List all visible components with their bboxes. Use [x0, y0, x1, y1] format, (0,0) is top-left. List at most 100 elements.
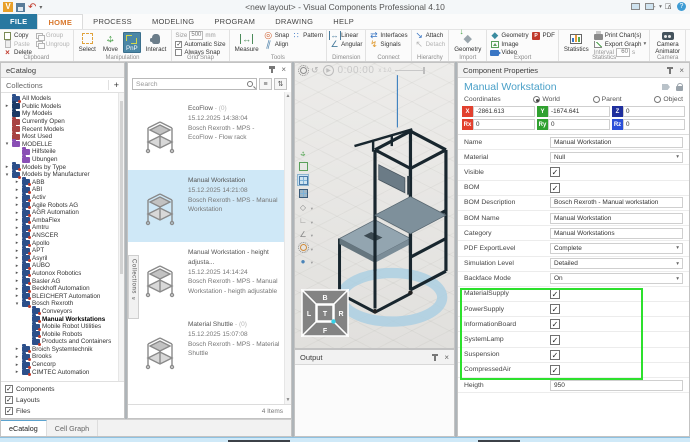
expand-arrow-icon[interactable]: ▸: [14, 362, 20, 368]
search-input[interactable]: Search: [132, 78, 257, 90]
ribbon-tab[interactable]: DRAWING: [265, 14, 323, 29]
save-icon[interactable]: [16, 3, 25, 12]
tree-item[interactable]: ▸ Models by Type: [4, 163, 124, 171]
property-checkbox[interactable]: ✓: [550, 289, 560, 299]
export-pdf-button[interactable]: PPDF: [532, 32, 555, 40]
filter-checkbox-row[interactable]: ✓ Layouts: [5, 396, 120, 404]
catalog-item[interactable]: Manual Workstation 15.12.2025 14:21:08 B…: [128, 170, 291, 242]
filter-checkbox-row[interactable]: ✓ Components: [5, 385, 120, 393]
tree-item[interactable]: ▾ Bosch Rexroth: [4, 300, 124, 308]
catalog-item[interactable]: EcoFlow - (0) 15.12.2025 14:38:04 Bosch …: [128, 98, 291, 170]
expand-arrow-icon[interactable]: ▸: [14, 286, 20, 292]
property-select[interactable]: On▾: [550, 273, 683, 284]
copy-button[interactable]: Copy: [3, 32, 32, 40]
tree-item[interactable]: Mobile Robots: [4, 330, 124, 338]
items-scrollbar[interactable]: ▲▼: [284, 92, 291, 404]
settings-gear-icon[interactable]: [300, 67, 307, 74]
environment-icon[interactable]: ●▾: [297, 255, 309, 267]
quick-access-caret-icon[interactable]: ▾: [39, 4, 42, 11]
help-icon[interactable]: ?: [677, 2, 686, 11]
expand-arrow-icon[interactable]: ▸: [14, 240, 20, 246]
coords-world-radio[interactable]: World: [533, 96, 560, 103]
expand-arrow-icon[interactable]: ▸: [14, 232, 20, 238]
property-checkbox[interactable]: ✓: [550, 167, 560, 177]
z-coordinate-input[interactable]: 0: [623, 106, 685, 117]
expand-arrow-icon[interactable]: ▸: [14, 255, 20, 261]
coords-object-radio[interactable]: Object: [654, 96, 683, 103]
grid-dark-icon[interactable]: [297, 188, 309, 200]
print-charts-button[interactable]: Print Chart(s): [594, 32, 647, 40]
property-checkbox[interactable]: ✓: [550, 335, 560, 345]
expand-arrow-icon[interactable]: ▸: [4, 164, 10, 170]
render-mode-icon[interactable]: ◇▾: [297, 201, 309, 213]
tree-item[interactable]: All Models: [4, 95, 124, 103]
reset-simulation-icon[interactable]: ↺: [311, 65, 319, 76]
expand-arrow-icon[interactable]: ▸: [14, 263, 20, 269]
expand-arrow-icon[interactable]: ▸: [14, 225, 20, 231]
view-cube[interactable]: B L T R F: [301, 289, 349, 337]
collapse-ribbon-icon[interactable]: ∧: [667, 3, 672, 11]
ribbon-tab[interactable]: PROCESS: [83, 14, 142, 29]
expand-arrow-icon[interactable]: ▸: [14, 346, 20, 352]
property-select[interactable]: Null▾: [550, 152, 683, 163]
group-button[interactable]: Group: [35, 32, 70, 40]
window-layout-icon[interactable]: [645, 3, 654, 10]
tree-item[interactable]: Recent Models: [4, 125, 124, 133]
speed-slider[interactable]: [395, 70, 425, 71]
angular-button[interactable]: ∠Angular: [330, 41, 362, 49]
bottom-tab[interactable]: eCatalog: [1, 420, 47, 436]
rx-coordinate-input[interactable]: 0: [473, 119, 535, 130]
expand-arrow-icon[interactable]: ▸: [14, 217, 20, 223]
automatic-size-checkbox[interactable]: ✓Automatic Size: [175, 41, 225, 48]
bottom-tab[interactable]: Cell Graph: [47, 420, 98, 436]
detach-button[interactable]: ↖Detach: [415, 41, 446, 49]
list-view-button[interactable]: ≡: [259, 78, 272, 90]
property-checkbox[interactable]: ✓: [550, 350, 560, 360]
interact-button[interactable]: Interact: [144, 32, 169, 53]
rz-coordinate-input[interactable]: 0: [623, 119, 685, 130]
expand-arrow-icon[interactable]: ▸: [4, 103, 10, 109]
pnp-button[interactable]: PnP: [123, 32, 141, 53]
pattern-button[interactable]: ∷Pattern: [292, 32, 323, 40]
tree-item[interactable]: Manual Workstations: [4, 315, 124, 323]
expand-arrow-icon[interactable]: ▾: [4, 141, 10, 147]
ribbon-tab[interactable]: HOME: [37, 14, 83, 29]
undo-icon[interactable]: ↶: [28, 3, 36, 12]
tree-item[interactable]: My Models: [4, 110, 124, 118]
tree-item[interactable]: ▸ Public Models: [4, 103, 124, 111]
viewport-settings-icon[interactable]: ▾: [297, 242, 309, 254]
expand-arrow-icon[interactable]: ▾: [14, 301, 20, 307]
catalog-item[interactable]: Material Shuttle - (0) 15.12.2025 15:07:…: [128, 314, 291, 386]
expand-arrow-icon[interactable]: ▸: [14, 195, 20, 201]
ribbon-tab[interactable]: HELP: [323, 14, 364, 29]
expand-arrow-icon[interactable]: ▸: [14, 354, 20, 360]
export-geometry-button[interactable]: ◆Geometry: [490, 32, 528, 40]
property-text-input[interactable]: Bosch Rexroth - Manual workstation: [550, 197, 683, 208]
close-icon[interactable]: ×: [679, 67, 684, 74]
pin-icon[interactable]: [268, 66, 275, 73]
property-checkbox[interactable]: ✓: [550, 319, 560, 329]
ry-coordinate-input[interactable]: 0: [548, 119, 610, 130]
ungroup-button[interactable]: Ungroup: [35, 41, 70, 49]
property-text-input[interactable]: Manual Workstation: [550, 137, 683, 148]
ribbon-tab[interactable]: PROGRAM: [204, 14, 265, 29]
camera-animator-button[interactable]: CameraAnimator: [653, 32, 682, 53]
property-select[interactable]: Complete▾: [550, 243, 683, 254]
property-checkbox[interactable]: ✓: [550, 183, 560, 193]
import-geometry-button[interactable]: ◆Geometry: [452, 32, 483, 53]
expand-arrow-icon[interactable]: ▸: [14, 187, 20, 193]
expand-arrow-icon[interactable]: ▸: [14, 293, 20, 299]
expand-arrow-icon[interactable]: ▾: [4, 172, 10, 178]
tree-item[interactable]: ▸ CIMTEC Automation: [4, 368, 124, 376]
grid-size-input[interactable]: 500: [189, 31, 203, 40]
workspace-layout-icon[interactable]: [631, 3, 640, 10]
pin-icon[interactable]: [666, 67, 673, 74]
tree-item[interactable]: Currently Open: [4, 118, 124, 126]
expand-arrow-icon[interactable]: ▸: [14, 179, 20, 185]
ribbon-tab[interactable]: FILE: [0, 14, 37, 29]
tree-item[interactable]: Most Used: [4, 133, 124, 141]
close-icon[interactable]: ×: [281, 66, 286, 73]
close-icon[interactable]: ×: [444, 354, 449, 361]
select-button[interactable]: Select: [77, 32, 98, 53]
viewport-3d[interactable]: ↺ ▶ 0:00:00 x 1.0 ↔↕ ◇▾ ∟▾ ∠▾ ▾ ●▾: [294, 62, 455, 349]
